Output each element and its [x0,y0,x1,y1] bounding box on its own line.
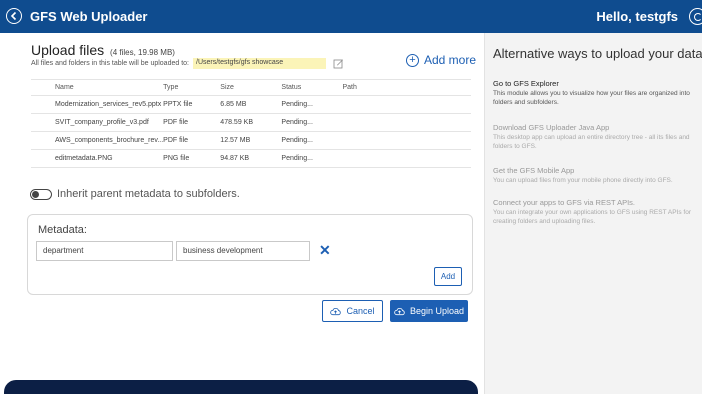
alternative-upload-sidebar: Alternative ways to upload your data Go … [484,33,702,394]
column-header-status: Status [281,79,343,96]
sidebar-item-gfs-explorer[interactable]: Go to GFS Explorer This module allows yo… [493,79,702,107]
inherit-metadata-toggle[interactable] [30,188,52,200]
back-arrow-icon[interactable] [6,8,22,24]
user-greeting: Hello, testgfs [596,9,678,24]
sidebar-item-heading: Connect your apps to GFS via REST APIs. [493,198,636,207]
sidebar-item-description: This desktop app can upload an entire di… [493,134,690,150]
file-size: 94.87 KB [220,149,282,168]
upload-panel: Upload files (4 files, 19.98 MB) All fil… [0,33,484,394]
metadata-box: Metadata: department business developmen… [27,214,473,295]
sidebar-title: Alternative ways to upload your data [493,46,702,61]
file-size: 6.85 MB [220,95,282,114]
file-type: PNG file [163,149,221,168]
plus-circle-icon: + [406,53,419,67]
file-path [342,149,471,168]
upload-heading: Upload files (4 files, 19.98 MB) [31,42,175,58]
file-name: Modernization_services_rev5.pptx [31,95,164,114]
cloud-upload-icon [330,307,342,315]
edit-icon[interactable] [333,58,344,69]
file-type: PDF file [163,131,221,150]
file-name: SVIT_company_profile_v3.pdf [31,113,164,132]
begin-upload-label: Begin Upload [409,306,465,316]
sidebar-item-java-app[interactable]: Download GFS Uploader Java App This desk… [493,123,702,151]
upload-file-count: (4 files, 19.98 MB) [110,48,175,57]
metadata-label: Metadata: [38,224,87,236]
file-status: Pending... [281,95,343,114]
destination-text: All files and folders in this table will… [31,60,189,67]
cancel-button[interactable]: Cancel [322,300,383,322]
destination-path: /Users/testgfs/gfs showcase [193,58,326,69]
sidebar-item-rest-api[interactable]: Connect your apps to GFS via REST APIs. … [493,198,702,226]
add-more-button[interactable]: + Add more [406,53,476,67]
remove-metadata-icon[interactable]: ✕ [319,242,331,258]
inherit-metadata-label: Inherit parent metadata to subfolders. [57,188,240,200]
file-size: 12.57 MB [220,131,282,150]
app-title: GFS Web Uploader [30,9,148,24]
column-header-path: Path [342,79,471,96]
inherit-metadata-row: Inherit parent metadata to subfolders. [30,188,240,200]
metadata-value-field[interactable]: business development [176,241,310,261]
sidebar-item-mobile-app[interactable]: Get the GFS Mobile App You can upload fi… [493,166,702,185]
top-bar: GFS Web Uploader Hello, testgfs [0,0,702,33]
column-header-name: Name [31,79,164,96]
sidebar-item-heading: Go to GFS Explorer [493,79,559,88]
file-size: 478.59 KB [220,113,282,132]
file-status: Pending... [281,131,343,150]
file-path [342,95,471,114]
add-metadata-button[interactable]: Add [434,267,462,286]
cancel-label: Cancel [346,306,375,316]
file-status: Pending... [281,113,343,132]
table-row[interactable]: editmetadata.PNG PNG file 94.87 KB Pendi… [31,149,471,168]
table-header-row: Name Type Size Status Path [31,79,471,96]
table-row[interactable]: SVIT_company_profile_v3.pdf PDF file 478… [31,113,471,132]
sidebar-item-description: You can upload files from your mobile ph… [493,177,673,184]
sidebar-item-description: You can integrate your own applications … [493,209,691,225]
column-header-type: Type [163,79,221,96]
file-name: AWS_components_brochure_rev... [31,131,164,150]
sidebar-item-heading: Download GFS Uploader Java App [493,123,610,132]
file-table: Name Type Size Status Path Modernization… [31,79,471,168]
metadata-key-field[interactable]: department [36,241,173,261]
sidebar-item-heading: Get the GFS Mobile App [493,166,575,175]
table-row[interactable]: Modernization_services_rev5.pptx PPTX fi… [31,95,471,114]
file-path [342,113,471,132]
sidebar-item-description: This module allows you to visualize how … [493,90,690,106]
file-path [342,131,471,150]
user-account-icon[interactable] [689,8,702,25]
begin-upload-button[interactable]: Begin Upload [390,300,468,322]
file-status: Pending... [281,149,343,168]
bottom-panel [4,380,478,394]
add-more-label: Add more [424,53,477,67]
file-type: PDF file [163,113,221,132]
table-row[interactable]: AWS_components_brochure_rev... PDF file … [31,131,471,150]
file-type: PPTX file [163,95,221,114]
column-header-size: Size [220,79,282,96]
upload-title: Upload files [31,42,105,58]
toggle-knob [32,190,39,198]
cloud-upload-icon [394,307,405,315]
file-name: editmetadata.PNG [31,149,164,168]
